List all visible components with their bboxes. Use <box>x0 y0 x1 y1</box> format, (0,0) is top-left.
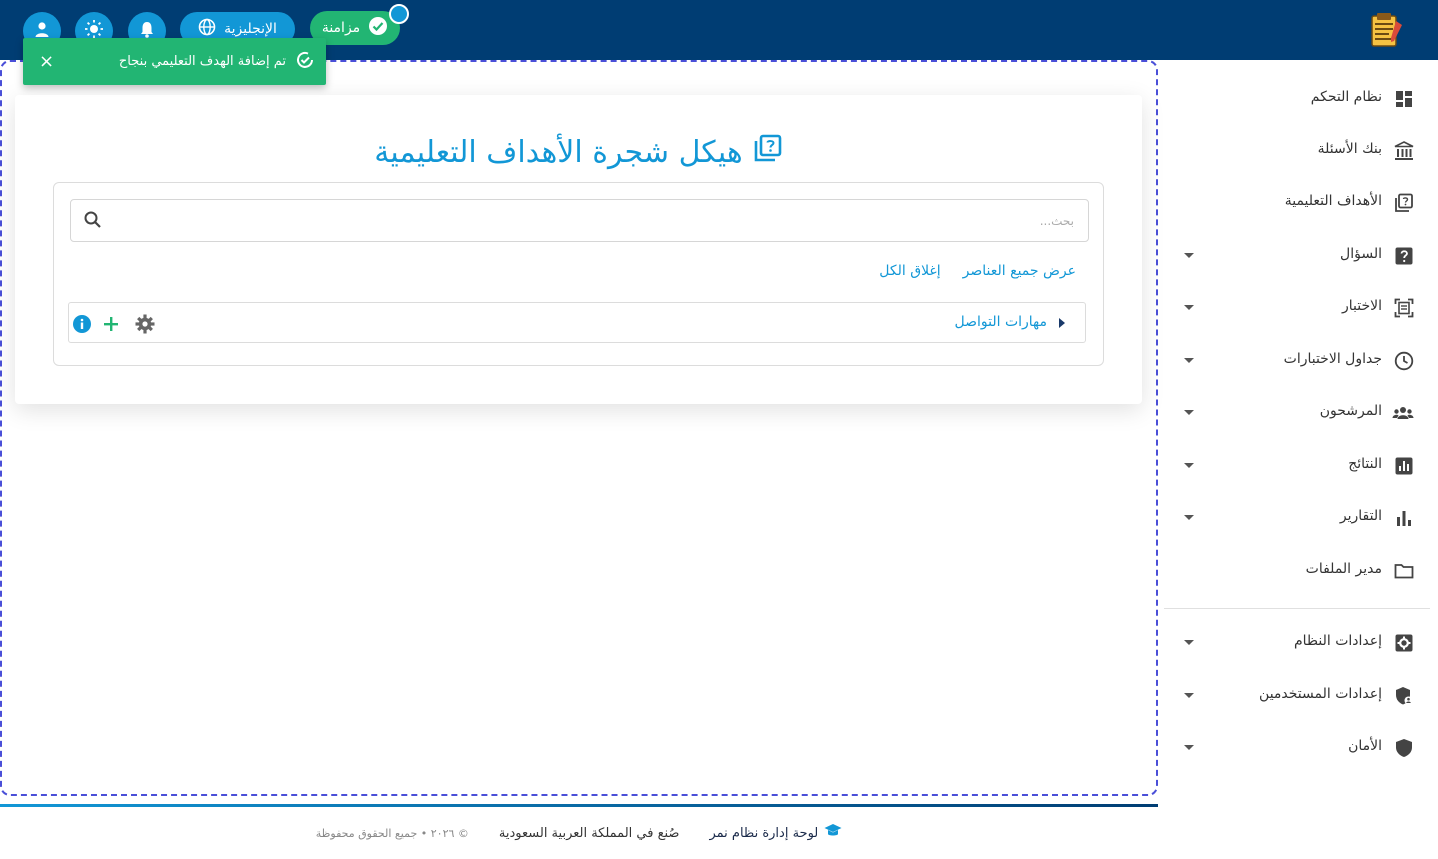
page-title-text: هيكل شجرة الأهداف التعليمية <box>374 134 743 170</box>
sidebar: نظام التحكم بنك الأسئلة الأهداف التعليمي… <box>1164 60 1438 859</box>
bank-icon <box>1394 141 1414 161</box>
sidebar-item-file-manager[interactable]: مدير الملفات <box>1164 551 1438 591</box>
refresh-check-icon <box>294 49 316 75</box>
sidebar-item-label: المرشحون <box>1319 403 1382 419</box>
users-icon <box>1392 403 1414 423</box>
chevron-down-icon[interactable] <box>1184 358 1194 363</box>
language-label: الإنجليزية <box>224 21 277 37</box>
sidebar-item-learning-objectives[interactable]: الأهداف التعليمية <box>1164 183 1438 223</box>
question-icon <box>1394 246 1414 266</box>
tree-node-label[interactable]: مهارات التواصل <box>955 314 1048 330</box>
settings-icon <box>1394 633 1414 653</box>
dashboard-icon <box>1394 89 1414 109</box>
footer-made-in: صُنع في المملكة العربية السعودية <box>498 825 680 841</box>
sidebar-item-label: مدير الملفات <box>1305 561 1382 577</box>
sidebar-item-security[interactable]: الأمان <box>1164 728 1438 768</box>
reports-icon <box>1394 508 1414 528</box>
chevron-down-icon[interactable] <box>1184 745 1194 750</box>
chevron-down-icon[interactable] <box>1184 463 1194 468</box>
chevron-down-icon[interactable] <box>1184 640 1194 645</box>
sidebar-item-system-settings[interactable]: إعدادات النظام <box>1164 623 1438 663</box>
objectives-icon <box>1394 193 1414 213</box>
folder-icon <box>1394 561 1414 581</box>
sidebar-item-label: السؤال <box>1340 246 1382 262</box>
tree-node-actions <box>72 313 156 339</box>
tree-panel: عرض جميع العناصر إغلاق الكل مهارات التوا… <box>53 182 1104 366</box>
globe-icon <box>198 18 216 40</box>
clock-icon <box>1394 351 1414 371</box>
sidebar-item-label: التقارير <box>1339 508 1382 524</box>
sidebar-item-exam-schedules[interactable]: جداول الاختبارات <box>1164 341 1438 381</box>
add-child-icon[interactable] <box>102 315 120 337</box>
footer-copyright: © ٢٠٢٦ • جميع الحقوق محفوظة <box>315 826 469 840</box>
sidebar-item-exam[interactable]: الاختبار <box>1164 288 1438 328</box>
objectives-title-icon <box>753 133 783 171</box>
gear-icon[interactable] <box>134 313 156 339</box>
info-icon[interactable] <box>72 314 92 338</box>
graduation-cap-icon <box>824 823 842 843</box>
sidebar-item-label: إعدادات النظام <box>1293 633 1382 649</box>
sidebar-item-label: إعدادات المستخدمين <box>1259 686 1382 702</box>
search-box <box>70 199 1089 242</box>
footer-brand: لوحة إدارة نظام نمر <box>709 823 842 843</box>
chevron-down-icon[interactable] <box>1184 305 1194 310</box>
show-all-link[interactable]: عرض جميع العناصر <box>963 263 1076 279</box>
sidebar-item-label: نظام التحكم <box>1310 89 1382 105</box>
sidebar-item-label: النتائج <box>1348 456 1382 472</box>
sidebar-item-results[interactable]: النتائج <box>1164 446 1438 486</box>
exam-icon <box>1394 298 1414 318</box>
collapse-all-link[interactable]: إغلاق الكل <box>879 263 940 279</box>
toast-close-button[interactable]: × <box>33 51 60 72</box>
exam-logo-icon[interactable] <box>1366 11 1406 49</box>
footer: لوحة إدارة نظام نمر صُنع في المملكة العر… <box>0 807 1158 859</box>
results-icon <box>1394 456 1414 476</box>
success-toast: تم إضافة الهدف التعليمي بنجاح × <box>23 38 326 85</box>
search-input[interactable] <box>118 200 1088 241</box>
sidebar-item-question-bank[interactable]: بنك الأسئلة <box>1164 131 1438 171</box>
sidebar-item-label: بنك الأسئلة <box>1317 141 1382 157</box>
objectives-tree-card: هيكل شجرة الأهداف التعليمية عرض جميع الع… <box>15 95 1142 404</box>
sync-status-dot <box>389 4 409 24</box>
shield-icon <box>1394 738 1414 758</box>
tree-controls: عرض جميع العناصر إغلاق الكل <box>879 263 1076 279</box>
tree-node[interactable]: مهارات التواصل <box>68 302 1086 343</box>
search-icon[interactable] <box>83 210 103 234</box>
sidebar-item-label: الأهداف التعليمية <box>1284 193 1382 209</box>
sidebar-item-label: جداول الاختبارات <box>1283 351 1382 367</box>
sidebar-divider <box>1164 608 1430 609</box>
sidebar-item-reports[interactable]: التقارير <box>1164 498 1438 538</box>
page-title: هيكل شجرة الأهداف التعليمية <box>15 133 1142 171</box>
sidebar-item-dashboard[interactable]: نظام التحكم <box>1164 79 1438 119</box>
chevron-down-icon[interactable] <box>1184 693 1194 698</box>
chevron-down-icon[interactable] <box>1184 515 1194 520</box>
sidebar-item-user-settings[interactable]: إعدادات المستخدمين <box>1164 676 1438 716</box>
expand-caret-icon[interactable] <box>1059 318 1065 328</box>
chevron-down-icon[interactable] <box>1184 410 1194 415</box>
sidebar-item-candidates[interactable]: المرشحون <box>1164 393 1438 433</box>
sync-label: مزامنة <box>321 20 361 36</box>
sidebar-item-question[interactable]: السؤال <box>1164 236 1438 276</box>
user-settings-icon <box>1394 686 1414 706</box>
chevron-down-icon[interactable] <box>1184 253 1194 258</box>
footer-brand-text: لوحة إدارة نظام نمر <box>709 825 819 841</box>
check-circle-icon <box>368 16 388 40</box>
sidebar-item-label: الاختبار <box>1341 298 1382 314</box>
sidebar-item-label: الأمان <box>1348 738 1382 754</box>
toast-message: تم إضافة الهدف التعليمي بنجاح <box>118 54 286 69</box>
